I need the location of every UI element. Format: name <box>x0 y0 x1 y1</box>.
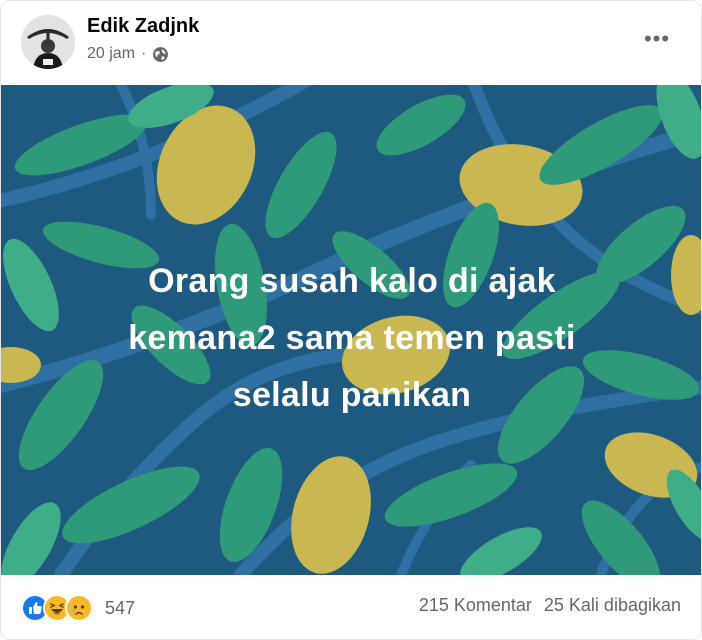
avatar[interactable] <box>21 15 75 69</box>
comments-count[interactable]: 215 Komentar <box>419 595 532 616</box>
post-header: Edik Zadjnk 20 jam · ••• <box>1 1 701 85</box>
post-time[interactable]: 20 jam <box>87 45 135 63</box>
author-name[interactable]: Edik Zadjnk <box>87 15 199 38</box>
reaction-count[interactable]: 547 <box>105 598 135 619</box>
post-footer: 547 215 Komentar 25 Kali dibagikan <box>1 575 701 639</box>
more-options-button[interactable]: ••• <box>637 25 677 53</box>
shares-count[interactable]: 25 Kali dibagikan <box>544 595 681 616</box>
reactions-summary[interactable]: 547 <box>21 594 135 622</box>
caption-line-3: selalu panikan <box>232 376 472 414</box>
post-meta: 20 jam · <box>87 45 169 63</box>
caption-line-2: kemana2 sama temen pasti <box>128 319 576 357</box>
caption-line-1: Orang susah kalo di ajak <box>148 262 556 300</box>
engagement-stats: 215 Komentar 25 Kali dibagikan <box>419 595 681 616</box>
post-caption: Orang susah kalo di ajak kemana2 sama te… <box>41 253 663 424</box>
post-background-image[interactable]: Orang susah kalo di ajak kemana2 sama te… <box>1 85 701 575</box>
post-card: Edik Zadjnk 20 jam · ••• Orang susah kal… <box>0 0 702 640</box>
meta-separator: · <box>141 45 147 62</box>
globe-icon <box>152 46 169 63</box>
sad-icon <box>65 594 93 622</box>
